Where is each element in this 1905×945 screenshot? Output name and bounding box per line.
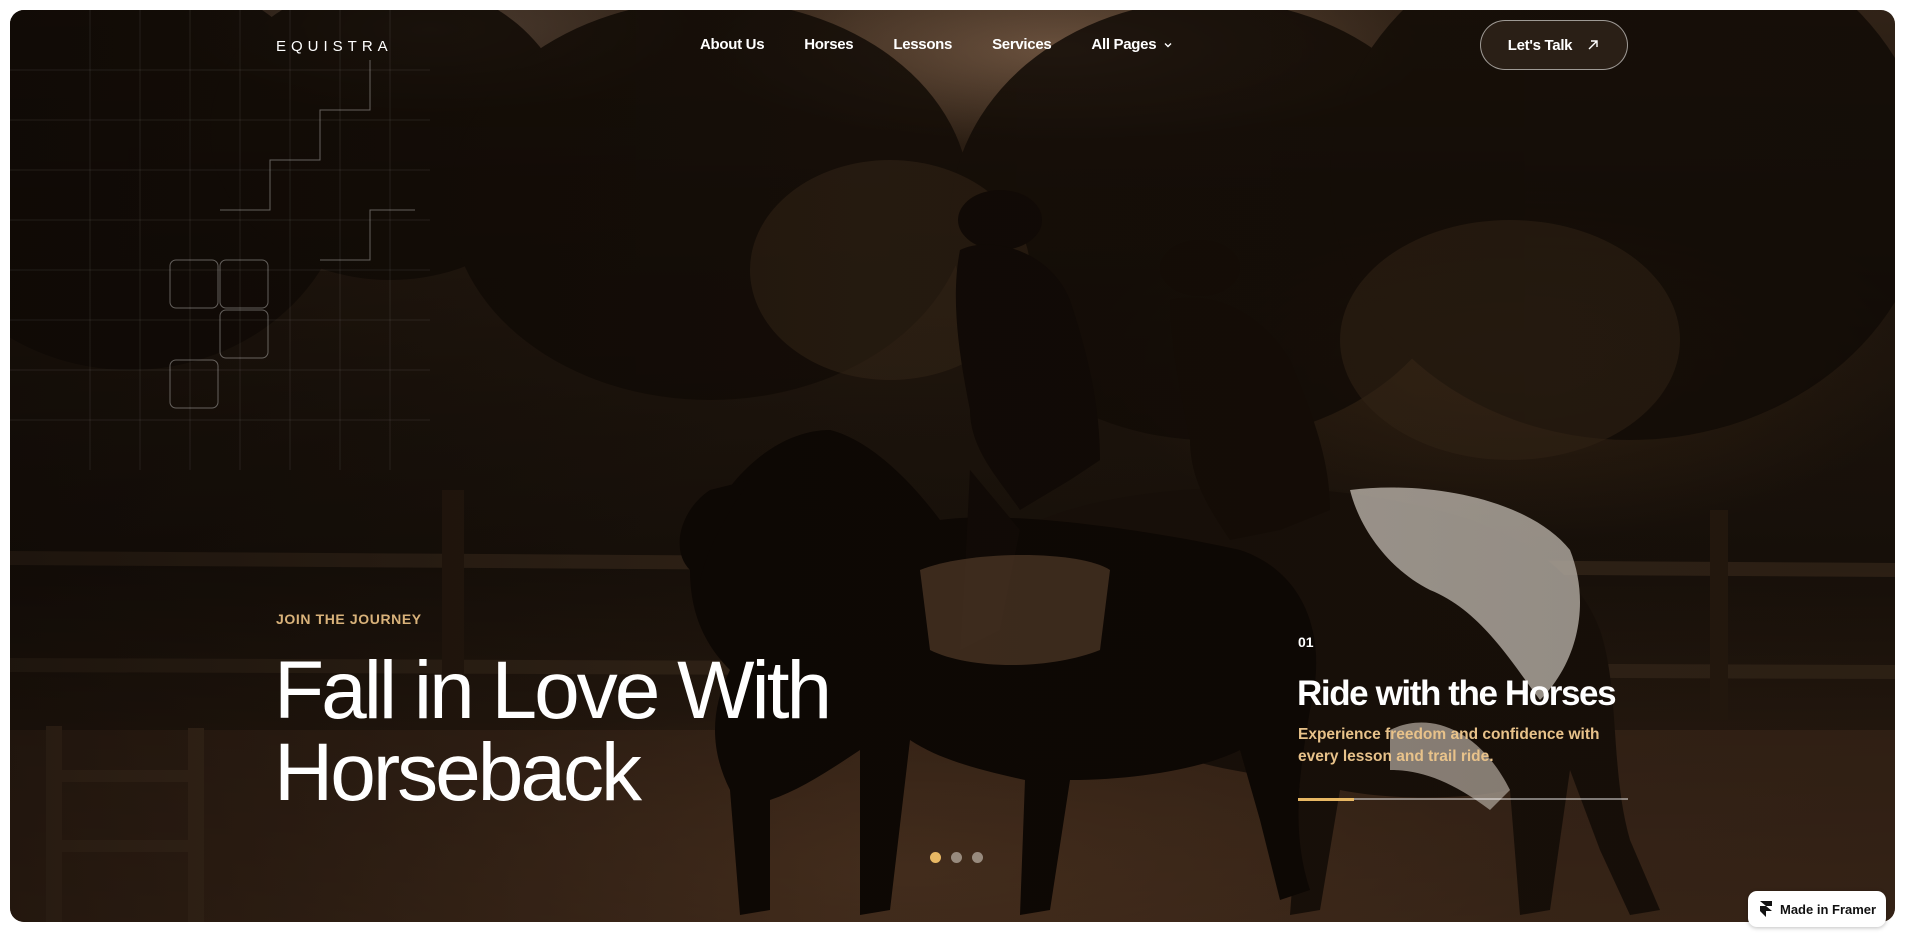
lets-talk-button[interactable]: Let's Talk (1480, 20, 1628, 70)
nav-item-label: About Us (700, 36, 765, 53)
slide-description: Experience freedom and confidence with e… (1298, 726, 1600, 765)
made-in-framer-badge[interactable]: Made in Framer (1748, 891, 1886, 927)
carousel-dot-2[interactable] (951, 852, 962, 863)
arrow-up-right-icon (1588, 40, 1598, 50)
slide-title: Ride with the Horses (1297, 674, 1617, 713)
hero-headline-line-2: Horseback (274, 727, 642, 818)
slide-progress-fill (1298, 797, 1355, 801)
carousel-dot-1[interactable] (930, 852, 941, 863)
nav-item-label: Horses (804, 36, 854, 53)
carousel-dot-3[interactable] (972, 852, 983, 863)
framer-logo-icon (1760, 901, 1772, 917)
grid-pattern-decoration (10, 10, 430, 470)
hero-headline: Fall in Love With Horseback (274, 650, 994, 814)
carousel-dots (930, 852, 983, 863)
slide-number: 01 (1298, 634, 1314, 650)
framer-badge-label: Made in Framer (1780, 901, 1877, 917)
slide-progress-bar (1298, 797, 1628, 801)
nav-item-horses[interactable]: Horses (804, 36, 853, 53)
hero-headline-line-1: Fall in Love With (274, 645, 832, 736)
nav-item-label: Lessons (893, 36, 953, 53)
chevron-down-icon (1164, 42, 1172, 47)
nav-item-all-pages[interactable]: All Pages (1091, 36, 1174, 53)
nav-item-lessons[interactable]: Lessons (893, 36, 952, 53)
nav-item-about-us[interactable]: About Us (700, 36, 765, 53)
brand-logo[interactable]: EQUISTRA (276, 38, 393, 55)
nav-item-services[interactable]: Services (992, 36, 1052, 53)
nav-item-label: Services (992, 36, 1052, 53)
nav-item-label: All Pages (1091, 36, 1157, 53)
hero-section: EQUISTRA About Us Horses Lessons Service… (10, 10, 1895, 922)
main-nav: About Us Horses Lessons Services All Pag… (700, 36, 1174, 53)
lets-talk-label: Let's Talk (1507, 36, 1573, 54)
hero-eyebrow: JOIN THE JOURNEY (276, 611, 422, 627)
